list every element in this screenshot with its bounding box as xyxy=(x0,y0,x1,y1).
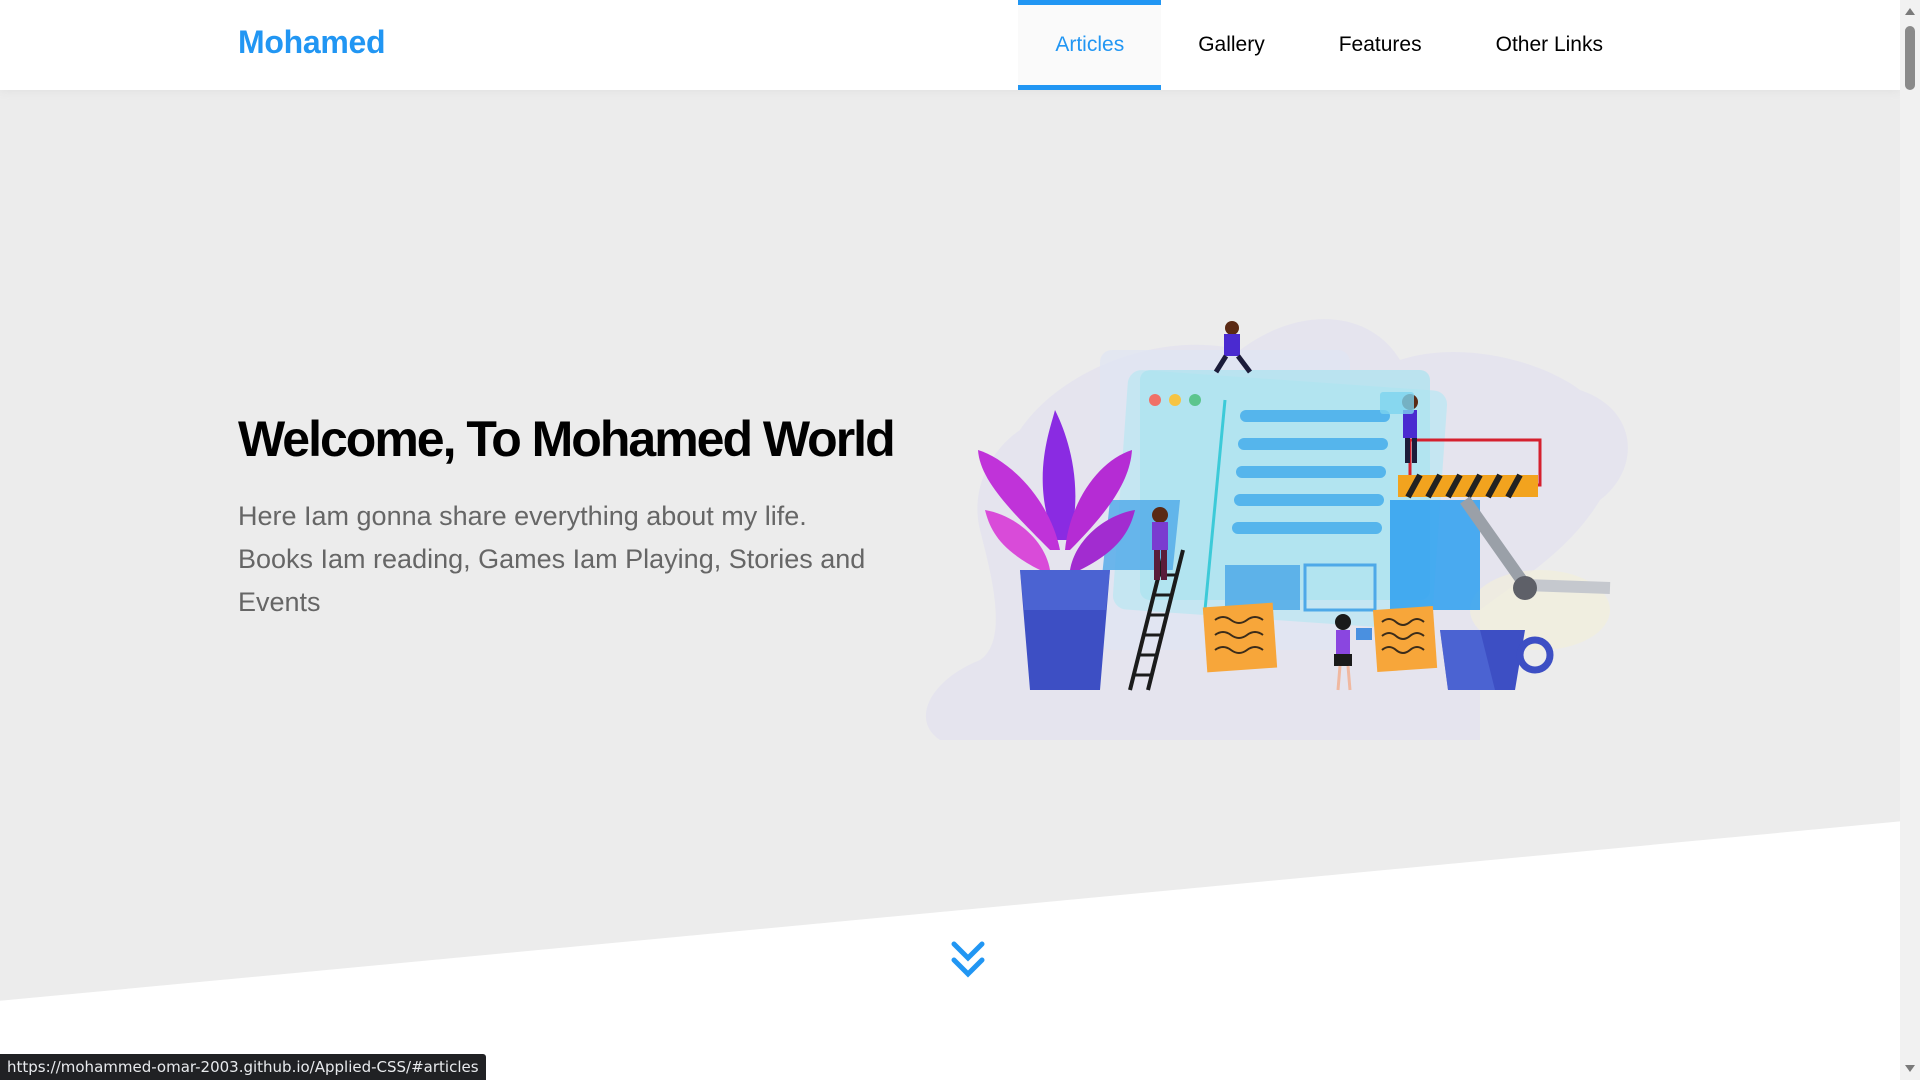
scroll-up-arrow-icon[interactable] xyxy=(1905,8,1915,15)
nav-link-features[interactable]: Features xyxy=(1302,0,1459,90)
nav-item-gallery: Gallery xyxy=(1161,0,1302,90)
scrollbar-thumb[interactable] xyxy=(1905,26,1915,90)
hero-description: Here Iam gonna share everything about my… xyxy=(238,501,866,618)
hero-illustration xyxy=(925,319,1628,740)
nav-link-gallery[interactable]: Gallery xyxy=(1161,0,1302,90)
nav-link-other-links[interactable]: Other Links xyxy=(1459,0,1640,90)
scroll-down-arrow-icon[interactable] xyxy=(1905,1065,1915,1072)
site-header: Mohamed Articles Gallery Features Other … xyxy=(0,0,1900,90)
nav-item-features: Features xyxy=(1302,0,1459,90)
nav-item-articles: Articles xyxy=(1018,0,1162,90)
nav-item-other-links: Other Links xyxy=(1459,0,1640,90)
page-scrollbar[interactable] xyxy=(1900,0,1920,1080)
hero-title: Welcome, To Mohamed World xyxy=(238,411,896,467)
link-status-url: https://mohammed-omar-2003.github.io/App… xyxy=(0,1054,486,1080)
main-nav: Articles Gallery Features Other Links xyxy=(1018,0,1640,90)
nav-link-articles[interactable]: Articles xyxy=(1018,0,1162,90)
page: Mohamed Articles Gallery Features Other … xyxy=(0,0,1900,1080)
site-logo[interactable]: Mohamed xyxy=(238,24,386,61)
double-chevron-down-icon[interactable] xyxy=(950,940,986,980)
